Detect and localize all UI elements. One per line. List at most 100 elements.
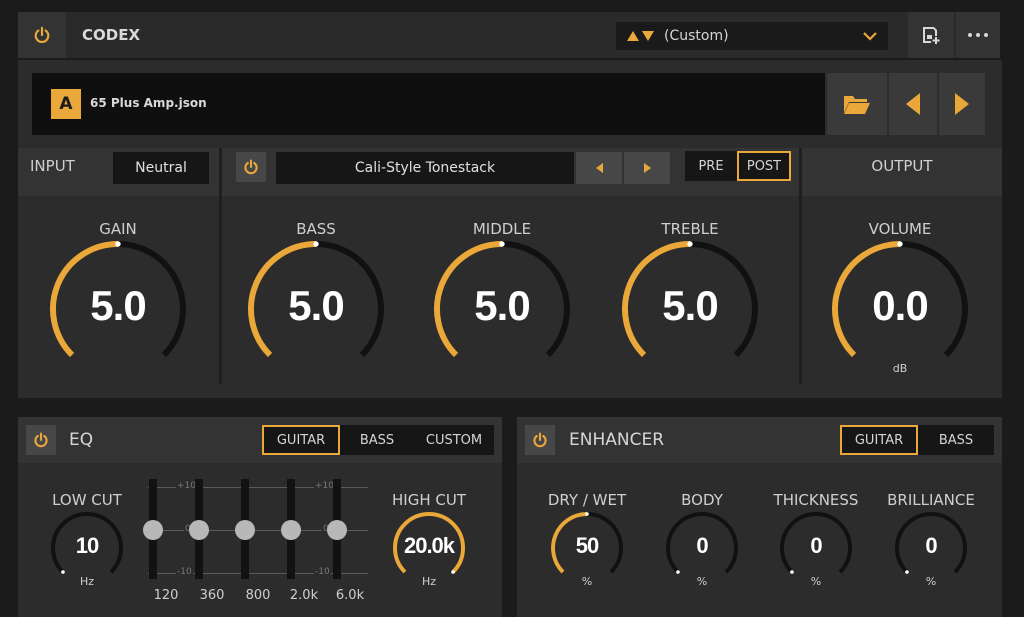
post-button[interactable]: POST bbox=[737, 151, 791, 181]
bass-label: BASS bbox=[296, 220, 336, 238]
dry-wet-knob[interactable]: 50 bbox=[551, 512, 623, 584]
enhancer-mode-bass[interactable]: BASS bbox=[918, 425, 994, 455]
body-unit: % bbox=[696, 575, 708, 588]
eq-title: EQ bbox=[69, 430, 94, 450]
eq-band-handle[interactable] bbox=[327, 520, 347, 540]
knob-pointer bbox=[585, 512, 589, 516]
power-button[interactable] bbox=[18, 12, 66, 58]
low-cut-unit: Hz bbox=[79, 575, 95, 588]
high-cut-value: 20.0k bbox=[403, 533, 455, 559]
knob-pointer bbox=[687, 241, 693, 247]
eq-mode-selector: GUITAR BASS CUSTOM bbox=[262, 425, 494, 455]
middle-value: 5.0 bbox=[474, 281, 530, 329]
eq-band-handle[interactable] bbox=[189, 520, 209, 540]
power-icon bbox=[244, 159, 258, 175]
gain-knob[interactable]: 5.0 bbox=[50, 241, 186, 377]
pre-button[interactable]: PRE bbox=[685, 151, 737, 181]
eq-mode-bass[interactable]: BASS bbox=[340, 425, 414, 455]
eq-band-handle[interactable] bbox=[235, 520, 255, 540]
enhancer-mode-selector: GUITAR BASS bbox=[840, 425, 994, 455]
preset-name: (Custom) bbox=[664, 28, 729, 44]
dry-wet-value: 50 bbox=[575, 533, 599, 559]
preset-selector[interactable]: (Custom) bbox=[616, 22, 888, 50]
bass-value: 5.0 bbox=[288, 281, 344, 329]
save-preset-button[interactable] bbox=[908, 12, 954, 58]
power-icon bbox=[34, 26, 50, 44]
body-value: 0 bbox=[696, 533, 708, 559]
low-cut-knob[interactable]: 10 bbox=[51, 512, 123, 584]
knob-pointer bbox=[115, 241, 121, 247]
eq-band-handle[interactable] bbox=[281, 520, 301, 540]
treble-knob[interactable]: 5.0 bbox=[622, 241, 758, 377]
thickness-label: THICKNESS bbox=[773, 491, 859, 509]
save-icon bbox=[923, 27, 940, 44]
high-cut-label: HIGH CUT bbox=[392, 491, 466, 509]
enhancer-title: ENHANCER bbox=[569, 430, 665, 450]
body-label: BODY bbox=[681, 491, 723, 509]
eq-band-freq: 360 bbox=[199, 588, 225, 603]
volume-value: 0.0 bbox=[872, 281, 928, 329]
middle-label: MIDDLE bbox=[472, 220, 532, 238]
open-folder-button[interactable] bbox=[827, 73, 887, 135]
more-dots-icon bbox=[968, 33, 988, 37]
tonestack-next-button[interactable] bbox=[624, 152, 670, 184]
preset-arrows-icon bbox=[627, 31, 654, 41]
power-icon bbox=[533, 432, 547, 448]
tonestack-power-button[interactable] bbox=[236, 152, 266, 182]
volume-label: VOLUME bbox=[868, 220, 932, 238]
eq-band-freq: 6.0k bbox=[335, 588, 365, 603]
divider bbox=[219, 148, 222, 384]
volume-unit: dB bbox=[892, 362, 908, 375]
eq-scale-top-right: +10 bbox=[314, 481, 335, 491]
low-cut-label: LOW CUT bbox=[52, 491, 122, 509]
eq-band-handle[interactable] bbox=[143, 520, 163, 540]
gain-label: GAIN bbox=[99, 220, 137, 238]
header-bar: CODEX (Custom) bbox=[18, 12, 1000, 58]
eq-mode-guitar[interactable]: GUITAR bbox=[262, 425, 340, 455]
treble-label: TREBLE bbox=[661, 220, 719, 238]
volume-knob[interactable]: 0.0 bbox=[832, 241, 968, 377]
previous-model-button[interactable] bbox=[889, 73, 937, 135]
eq-scale-top: +10 bbox=[176, 481, 197, 491]
knob-pointer bbox=[905, 570, 909, 574]
arrow-right-icon bbox=[643, 163, 651, 173]
enhancer-panel: ENHANCER GUITAR BASS DRY / WET BODY THIC… bbox=[517, 417, 1002, 617]
enhancer-power-button[interactable] bbox=[525, 425, 555, 455]
eq-mode-custom[interactable]: CUSTOM bbox=[414, 425, 494, 455]
plugin-title: CODEX bbox=[82, 26, 141, 44]
more-options-button[interactable] bbox=[956, 12, 1000, 58]
eq-scale-bottom: -10 bbox=[176, 567, 193, 577]
middle-knob[interactable]: 5.0 bbox=[434, 241, 570, 377]
input-label: INPUT bbox=[30, 157, 75, 175]
eq-power-button[interactable] bbox=[26, 425, 56, 455]
brilliance-knob[interactable]: 0 bbox=[895, 512, 967, 584]
pre-post-toggle: PRE POST bbox=[685, 151, 791, 181]
body-knob[interactable]: 0 bbox=[666, 512, 738, 584]
dry-wet-label: DRY / WET bbox=[547, 491, 627, 509]
arrow-right-icon bbox=[955, 93, 969, 115]
folder-icon bbox=[844, 96, 870, 114]
tonestack-previous-button[interactable] bbox=[576, 152, 622, 184]
brilliance-value: 0 bbox=[925, 533, 937, 559]
gain-value: 5.0 bbox=[90, 281, 146, 329]
eq-panel: EQ GUITAR BASS CUSTOM LOW CUT 10 Hz HIGH… bbox=[18, 417, 502, 617]
eq-band-freq: 800 bbox=[245, 588, 271, 603]
model-slot-badge[interactable]: A bbox=[51, 89, 81, 119]
thickness-knob[interactable]: 0 bbox=[780, 512, 852, 584]
model-display: A 65 Plus Amp.json bbox=[32, 73, 825, 135]
knob-pointer bbox=[790, 570, 794, 574]
thickness-unit: % bbox=[810, 575, 822, 588]
high-cut-knob[interactable]: 20.0k bbox=[393, 512, 465, 584]
brilliance-unit: % bbox=[925, 575, 937, 588]
low-cut-value: 10 bbox=[75, 533, 99, 559]
amp-panel: A 65 Plus Amp.json INPUT Neutral Cali-St… bbox=[18, 60, 1002, 398]
knob-pointer bbox=[61, 570, 65, 574]
chevron-down-icon bbox=[863, 32, 877, 41]
enhancer-mode-guitar[interactable]: GUITAR bbox=[840, 425, 918, 455]
input-mode-selector[interactable]: Neutral bbox=[113, 152, 209, 184]
next-model-button[interactable] bbox=[939, 73, 985, 135]
model-filename: 65 Plus Amp.json bbox=[90, 96, 207, 110]
eq-scale-bottom-right: -10 bbox=[314, 567, 331, 577]
arrow-left-icon bbox=[906, 93, 920, 115]
bass-knob[interactable]: 5.0 bbox=[248, 241, 384, 377]
